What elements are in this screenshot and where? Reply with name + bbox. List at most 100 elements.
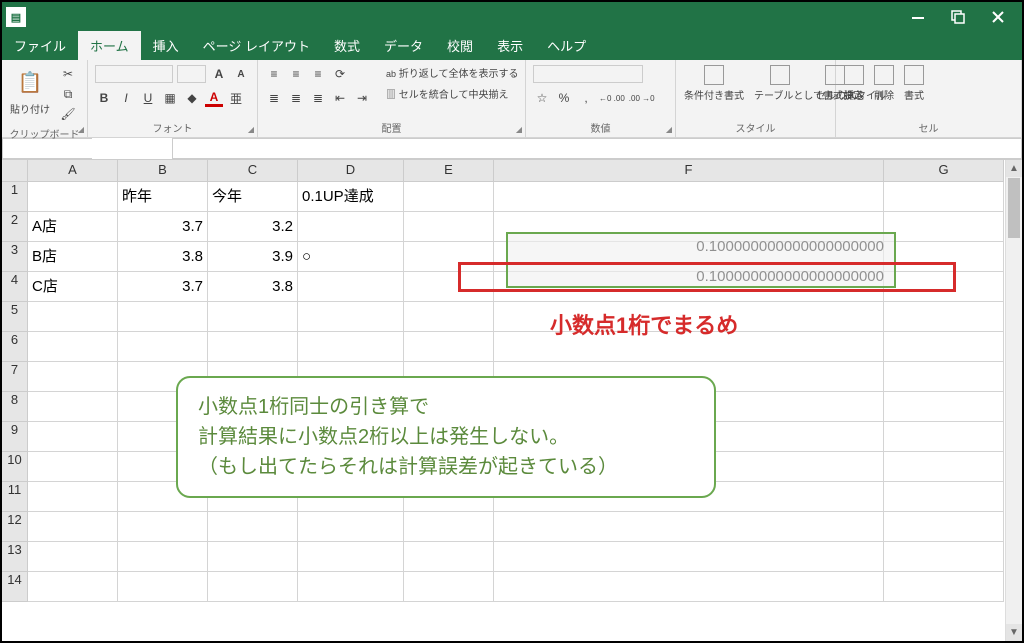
cell-E12[interactable] xyxy=(404,512,494,542)
cell-G11[interactable] xyxy=(884,482,1004,512)
format-as-table-button[interactable] xyxy=(770,65,790,85)
font-color-button[interactable]: A xyxy=(205,89,223,107)
cell-G13[interactable] xyxy=(884,542,1004,572)
row-header-6[interactable]: 6 xyxy=(2,332,28,362)
row-header-13[interactable]: 13 xyxy=(2,542,28,572)
decrease-decimal-button[interactable]: .00 →0 xyxy=(629,89,655,107)
col-header-B[interactable]: B xyxy=(118,160,208,182)
cell-A3[interactable]: B店 xyxy=(28,242,118,272)
cell-B5[interactable] xyxy=(118,302,208,332)
cell-B4[interactable]: 3.7 xyxy=(118,272,208,302)
cell-G1[interactable] xyxy=(884,182,1004,212)
cell-B13[interactable] xyxy=(118,542,208,572)
cell-F1[interactable] xyxy=(494,182,884,212)
cell-D14[interactable] xyxy=(298,572,404,602)
dialog-launcher-icon[interactable]: ◢ xyxy=(666,125,672,134)
cell-D5[interactable] xyxy=(298,302,404,332)
maximize-button[interactable] xyxy=(938,3,978,31)
cell-C6[interactable] xyxy=(208,332,298,362)
cell-B14[interactable] xyxy=(118,572,208,602)
cell-B12[interactable] xyxy=(118,512,208,542)
cell-A13[interactable] xyxy=(28,542,118,572)
dialog-launcher-icon[interactable]: ◢ xyxy=(516,125,522,134)
col-header-G[interactable]: G xyxy=(884,160,1004,182)
tab-data[interactable]: データ xyxy=(372,31,435,60)
cell-B3[interactable]: 3.8 xyxy=(118,242,208,272)
row-header-1[interactable]: 1 xyxy=(2,182,28,212)
cell-E13[interactable] xyxy=(404,542,494,572)
comma-button[interactable]: , xyxy=(577,89,595,107)
cell-E6[interactable] xyxy=(404,332,494,362)
underline-button[interactable]: U xyxy=(139,89,157,107)
row-header-8[interactable]: 8 xyxy=(2,392,28,422)
cell-D4[interactable] xyxy=(298,272,404,302)
indent-decrease-button[interactable]: ⇤ xyxy=(331,89,349,107)
cell-A10[interactable] xyxy=(28,452,118,482)
align-top-button[interactable]: ≡ xyxy=(265,65,283,83)
minimize-button[interactable] xyxy=(898,3,938,31)
cell-G12[interactable] xyxy=(884,512,1004,542)
row-header-5[interactable]: 5 xyxy=(2,302,28,332)
cell-C12[interactable] xyxy=(208,512,298,542)
cell-A4[interactable]: C店 xyxy=(28,272,118,302)
row-header-7[interactable]: 7 xyxy=(2,362,28,392)
align-left-button[interactable]: ≣ xyxy=(265,89,283,107)
bold-button[interactable]: B xyxy=(95,89,113,107)
font-box[interactable] xyxy=(95,65,173,83)
copy-button[interactable]: ⧉ xyxy=(59,85,77,103)
align-bottom-button[interactable]: ≡ xyxy=(309,65,327,83)
cell-G2[interactable] xyxy=(884,212,1004,242)
scroll-up-button[interactable]: ▲ xyxy=(1006,160,1022,177)
border-button[interactable]: ▦ xyxy=(161,89,179,107)
row-header-11[interactable]: 11 xyxy=(2,482,28,512)
format-painter-button[interactable]: 🖌 xyxy=(59,105,77,123)
cell-D6[interactable] xyxy=(298,332,404,362)
cell-B6[interactable] xyxy=(118,332,208,362)
decrease-font-button[interactable]: A xyxy=(232,65,250,83)
cell-C5[interactable] xyxy=(208,302,298,332)
cell-A1[interactable] xyxy=(28,182,118,212)
cell-E2[interactable] xyxy=(404,212,494,242)
cell-C2[interactable]: 3.2 xyxy=(208,212,298,242)
insert-cells-button[interactable] xyxy=(844,65,864,85)
cell-F12[interactable] xyxy=(494,512,884,542)
cell-F14[interactable] xyxy=(494,572,884,602)
tab-insert[interactable]: 挿入 xyxy=(141,31,191,60)
cell-G8[interactable] xyxy=(884,392,1004,422)
align-center-button[interactable]: ≣ xyxy=(287,89,305,107)
tab-formula[interactable]: 数式 xyxy=(322,31,372,60)
scroll-down-button[interactable]: ▼ xyxy=(1006,624,1022,641)
vertical-scrollbar[interactable]: ▲ ▼ xyxy=(1005,160,1022,641)
phonetic-button[interactable]: 亜 xyxy=(227,89,245,107)
cut-button[interactable]: ✂ xyxy=(59,65,77,83)
col-header-F[interactable]: F xyxy=(494,160,884,182)
cell-C13[interactable] xyxy=(208,542,298,572)
currency-button[interactable]: ☆ xyxy=(533,89,551,107)
cell-D12[interactable] xyxy=(298,512,404,542)
tab-file[interactable]: ファイル xyxy=(2,31,78,60)
row-header-12[interactable]: 12 xyxy=(2,512,28,542)
align-right-button[interactable]: ≣ xyxy=(309,89,327,107)
orientation-button[interactable]: ⟳ xyxy=(331,65,349,83)
cell-F13[interactable] xyxy=(494,542,884,572)
select-all-corner[interactable] xyxy=(2,160,28,182)
cell-E5[interactable] xyxy=(404,302,494,332)
cell-B1[interactable]: 昨年 xyxy=(118,182,208,212)
indent-increase-button[interactable]: ⇥ xyxy=(353,89,371,107)
fill-color-button[interactable]: ◆ xyxy=(183,89,201,107)
cell-A2[interactable]: A店 xyxy=(28,212,118,242)
cell-D1[interactable]: 0.1UP達成 xyxy=(298,182,404,212)
delete-cells-button[interactable] xyxy=(874,65,894,85)
wrap-text-button[interactable]: ab 折り返して全体を表示する xyxy=(384,64,521,81)
row-header-10[interactable]: 10 xyxy=(2,452,28,482)
tab-review[interactable]: 校閲 xyxy=(435,31,485,60)
cell-G9[interactable] xyxy=(884,422,1004,452)
cell-E14[interactable] xyxy=(404,572,494,602)
row-header-3[interactable]: 3 xyxy=(2,242,28,272)
cell-C4[interactable]: 3.8 xyxy=(208,272,298,302)
italic-button[interactable]: I xyxy=(117,89,135,107)
scroll-thumb[interactable] xyxy=(1008,178,1020,238)
cell-A8[interactable] xyxy=(28,392,118,422)
cell-E1[interactable] xyxy=(404,182,494,212)
format-cells-button[interactable] xyxy=(904,65,924,85)
